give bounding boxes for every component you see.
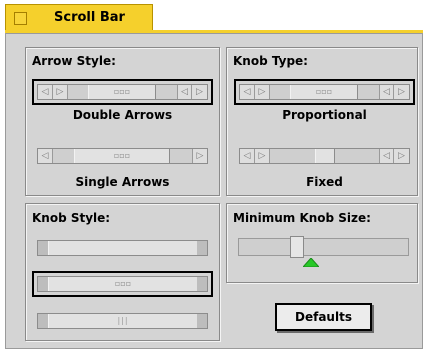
single-arrows-label: Single Arrows	[75, 175, 170, 189]
scrollbar-knob	[48, 241, 198, 255]
knob-style-title: Knob Style:	[32, 211, 111, 225]
arrow-right-icon: ▷	[394, 149, 409, 163]
arrow-left-icon: ◁	[38, 149, 53, 163]
arrow-right-icon: ▷	[53, 85, 68, 99]
defaults-button[interactable]: Defaults	[275, 303, 372, 331]
track-end	[197, 314, 207, 328]
arrow-right-icon: ▷	[192, 85, 207, 99]
minimum-knob-size-slider[interactable]	[238, 238, 409, 256]
track-end	[38, 277, 48, 291]
arrow-style-option-single[interactable]: ◁ ▫▫▫ ▷	[37, 148, 208, 164]
double-arrows-scrollbar-preview: ◁ ▷ ▫▫▫ ◁ ▷	[37, 84, 208, 100]
track-end	[38, 241, 48, 255]
scrollbar-knob: |||	[48, 314, 198, 328]
scrollbar-knob: ▫▫▫	[48, 277, 198, 291]
arrow-left-icon: ◁	[38, 85, 53, 99]
proportional-scrollbar-preview: ◁ ▷ ▫▫▫ ◁ ▷	[239, 84, 410, 100]
arrow-right-icon: ▷	[394, 85, 409, 99]
arrow-right-icon: ▷	[255, 149, 270, 163]
scrollbar-knob: ▫▫▫	[290, 85, 358, 99]
dots-knob-preview: ▫▫▫	[37, 276, 208, 292]
arrow-left-icon: ◁	[379, 149, 394, 163]
arrow-left-icon: ◁	[240, 149, 255, 163]
minimum-knob-size-slider-handle[interactable]	[290, 236, 304, 258]
knob-type-title: Knob Type:	[233, 54, 308, 68]
double-arrows-label: Double Arrows	[72, 108, 173, 122]
minimum-knob-size-title: Minimum Knob Size:	[233, 211, 371, 225]
arrow-right-icon: ▷	[192, 149, 207, 163]
scrollbar-knob	[315, 149, 335, 163]
scrollbar-knob: ▫▫▫	[74, 149, 170, 163]
tab-scroll-bar[interactable]: Scroll Bar	[5, 4, 153, 30]
tab-label: Scroll Bar	[54, 10, 125, 25]
track-end	[197, 241, 207, 255]
scrollbar-knob: ▫▫▫	[88, 85, 156, 99]
arrow-left-icon: ◁	[177, 85, 192, 99]
track-end	[38, 314, 48, 328]
fixed-label: Fixed	[306, 175, 343, 189]
track-end	[197, 277, 207, 291]
slider-marker-icon	[303, 258, 319, 267]
arrow-right-icon: ▷	[255, 85, 270, 99]
knob-style-option-plain[interactable]	[37, 240, 208, 256]
proportional-label: Proportional	[282, 108, 367, 122]
arrow-left-icon: ◁	[240, 85, 255, 99]
knob-style-option-lines[interactable]: |||	[37, 313, 208, 329]
tab-indicator-icon	[14, 12, 27, 25]
arrow-style-title: Arrow Style:	[32, 54, 116, 68]
arrow-left-icon: ◁	[379, 85, 394, 99]
knob-type-option-fixed[interactable]: ◁ ▷ ◁ ▷	[239, 148, 410, 164]
